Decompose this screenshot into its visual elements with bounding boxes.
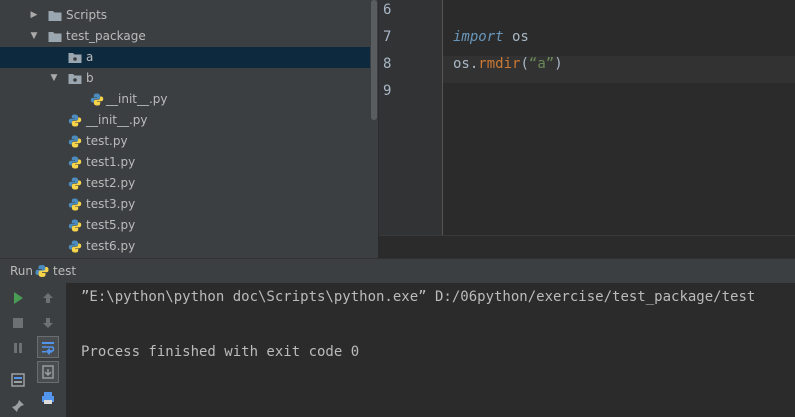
code-token: )	[554, 56, 563, 72]
tree-item-label: a	[86, 50, 94, 64]
pin-tab-button[interactable]	[7, 395, 29, 417]
collapse-arrow-icon[interactable]: ▼	[48, 68, 60, 89]
line-number: 7	[383, 29, 392, 45]
python-file-icon	[68, 198, 82, 211]
code-token: os.	[453, 56, 479, 72]
tree-item[interactable]: __init__.py	[0, 89, 370, 110]
tree-item-label: b	[86, 71, 94, 85]
tree-item[interactable]: a	[0, 47, 370, 68]
python-file-icon	[68, 114, 82, 127]
print-button[interactable]	[37, 387, 59, 409]
code-token: os	[503, 29, 529, 45]
python-file-icon	[68, 240, 82, 253]
scroll-to-end-toggle[interactable]	[37, 361, 59, 383]
code-text: os.rmdir(“a”)	[453, 56, 563, 72]
stop-icon	[13, 318, 23, 328]
next-occurrence-button[interactable]	[37, 312, 59, 334]
project-scrollbar[interactable]	[370, 0, 378, 258]
tree-item-label: test6.py	[86, 239, 136, 253]
code-line[interactable]: import os	[443, 29, 795, 56]
rerun-icon	[14, 292, 23, 304]
tree-item-label: __init__.py	[86, 113, 148, 127]
python-file-icon	[68, 177, 82, 190]
tree-item[interactable]: test5.py	[0, 215, 370, 236]
tree-item-label: __init__.py	[106, 92, 168, 106]
line-number: 8	[383, 56, 392, 72]
tree-item-label: test1.py	[86, 155, 136, 169]
scroll-to-end-icon	[42, 365, 54, 379]
code-line[interactable]	[443, 2, 795, 29]
run-tool-window-header: Run test	[0, 258, 795, 283]
pause-icon	[14, 343, 22, 353]
code-editor[interactable]: import os os.rmdir(“a”) 6 7 8 9	[379, 0, 795, 258]
code-token: “a”	[528, 56, 555, 72]
python-file-icon	[68, 135, 82, 148]
run-toolbar	[0, 283, 66, 417]
package-icon	[68, 53, 82, 63]
up-arrow-icon	[43, 293, 53, 303]
folder-icon	[48, 32, 62, 42]
pin-icon	[12, 400, 24, 412]
python-file-icon	[68, 219, 82, 232]
run-config-name[interactable]: test	[53, 259, 76, 283]
tree-item-label: test_package	[66, 29, 146, 43]
scrollbar-thumb[interactable]	[371, 0, 377, 120]
tree-item[interactable]: test.py	[0, 131, 370, 152]
previous-occurrence-button[interactable]	[37, 287, 59, 309]
tree-item[interactable]: __init__.py	[0, 110, 370, 131]
package-icon	[68, 74, 82, 84]
line-number: 6	[383, 2, 392, 18]
code-text: import os	[453, 29, 529, 45]
editor-bottom-strip	[379, 235, 795, 258]
code-token: rmdir	[478, 56, 521, 72]
tree-item-label: Scripts	[66, 8, 108, 22]
tree-item[interactable]: test2.py	[0, 173, 370, 194]
line-number: 9	[383, 83, 392, 99]
tree-item-label: test.py	[86, 134, 128, 148]
pause-button[interactable]	[7, 337, 29, 359]
tree-item[interactable]: test6.py	[0, 236, 370, 257]
stop-button[interactable]	[7, 312, 29, 334]
python-file-icon	[68, 156, 82, 169]
tree-item[interactable]: ▶ Scripts	[0, 5, 370, 26]
folder-icon	[48, 11, 62, 21]
layout-button[interactable]	[7, 369, 29, 391]
python-icon	[35, 265, 49, 277]
code-line[interactable]	[443, 83, 795, 110]
soft-wrap-icon	[42, 342, 55, 355]
run-tab-label[interactable]: Run	[10, 259, 33, 283]
code-token: (	[520, 56, 529, 72]
tree-item-label: test2.py	[86, 176, 136, 190]
tree-item[interactable]: test3.py	[0, 194, 370, 215]
code-token: import	[453, 29, 504, 45]
soft-wrap-toggle[interactable]	[37, 336, 59, 358]
tree-item[interactable]: ▼ b	[0, 68, 370, 89]
print-icon	[42, 392, 54, 404]
down-arrow-icon	[43, 318, 53, 328]
expand-arrow-icon[interactable]: ▶	[28, 5, 40, 26]
code-line[interactable]: os.rmdir(“a”)	[443, 56, 795, 83]
console-line-command: ”E:\python\python doc\Scripts\python.exe…	[81, 289, 756, 305]
tree-item[interactable]: ▼ test_package	[0, 26, 370, 47]
rerun-button[interactable]	[7, 287, 29, 309]
console-line-exit: Process finished with exit code 0	[81, 344, 360, 360]
project-tree-panel: ▶ Scripts ▼ test_package a ▼ b __init__.py __ini…	[0, 0, 370, 258]
tree-item[interactable]: test1.py	[0, 152, 370, 173]
run-console[interactable]: ”E:\python\python doc\Scripts\python.exe…	[66, 283, 795, 417]
tree-item-label: test3.py	[86, 197, 136, 211]
python-file-icon	[90, 93, 104, 106]
collapse-arrow-icon[interactable]: ▼	[28, 26, 40, 47]
tree-item-label: test5.py	[86, 218, 136, 232]
layout-icon	[11, 373, 25, 387]
